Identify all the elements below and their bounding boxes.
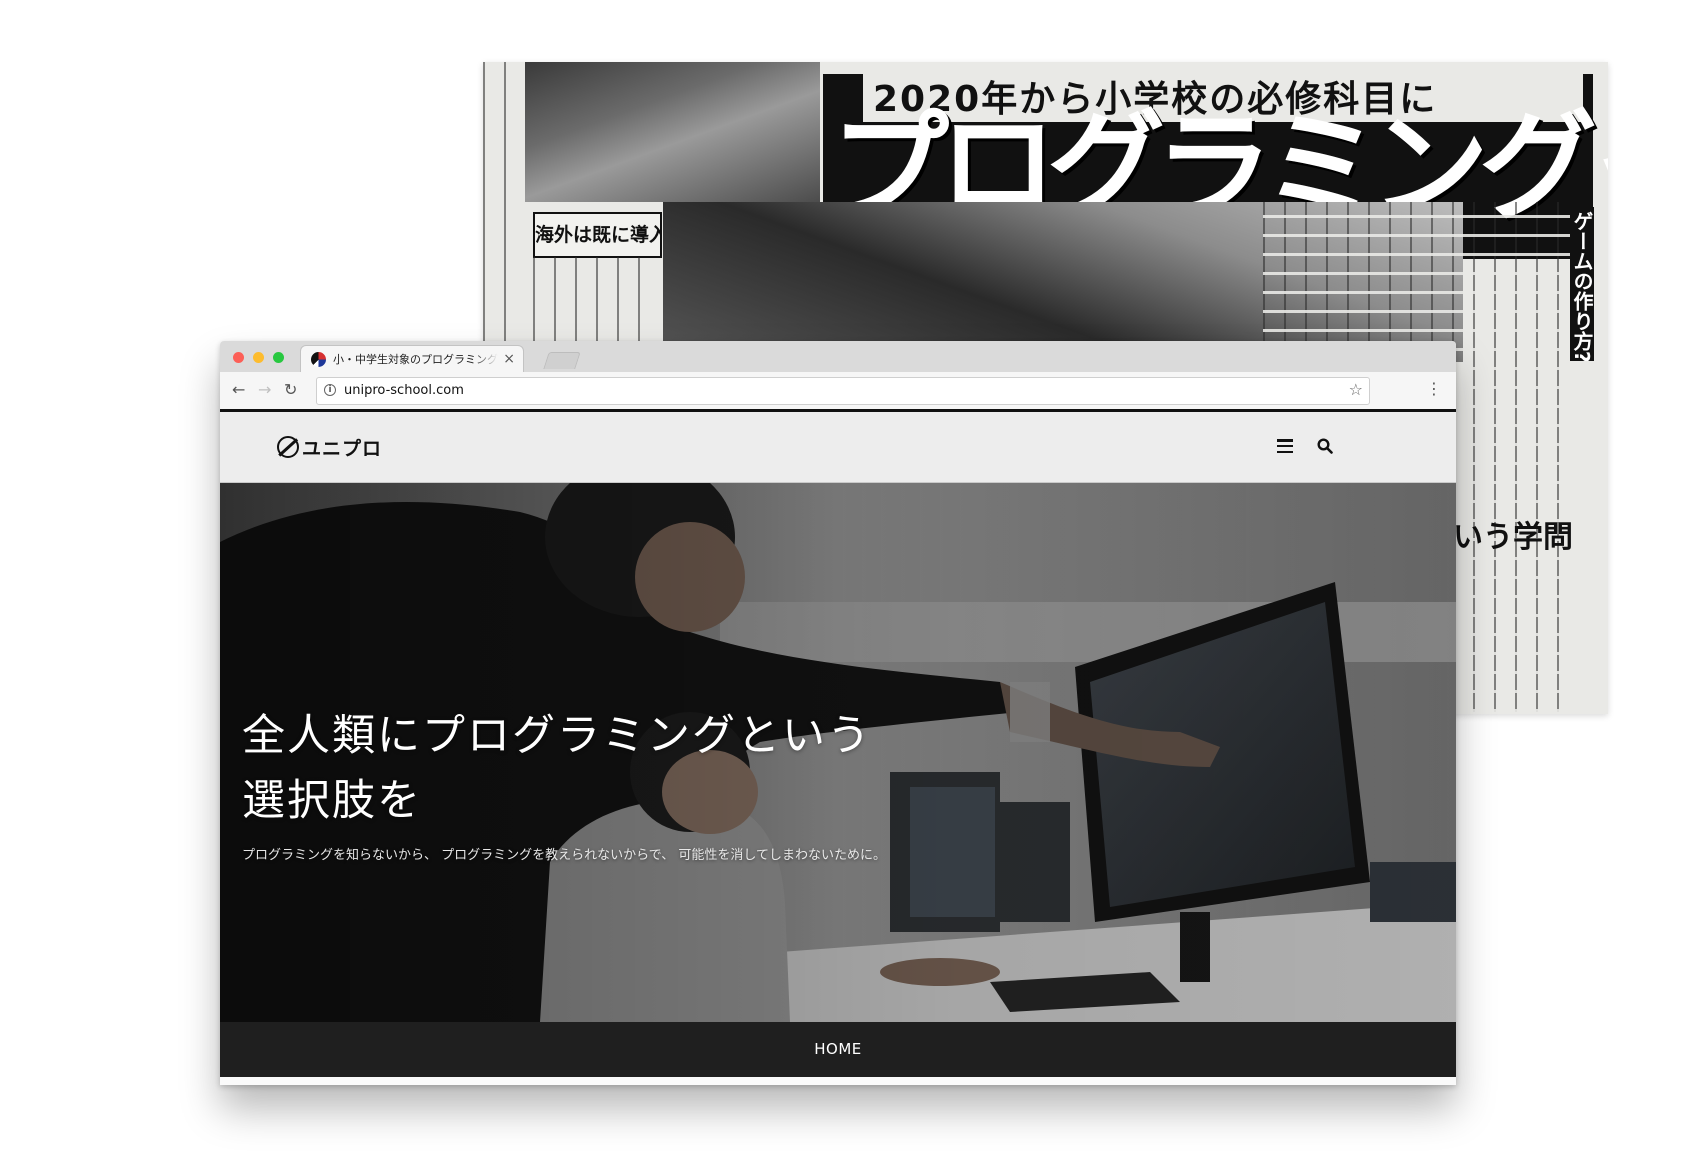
hero-title: 全人類にプログラミングという選択肢を <box>242 710 872 826</box>
browser-tab-bar: 小・中学生対象のプログラミング × <box>220 341 1456 373</box>
hamburger-menu-icon[interactable] <box>1277 439 1293 454</box>
forward-arrow-icon[interactable]: → <box>258 381 271 399</box>
new-tab-button[interactable] <box>543 352 581 369</box>
maximize-window-button[interactable] <box>273 352 284 363</box>
browser-toolbar: ← → ↻ i unipro-school.com ☆ ⋮ <box>220 372 1456 410</box>
tab-close-icon[interactable]: × <box>503 350 515 368</box>
site-navigation: HOME <box>220 1022 1456 1077</box>
site-logo[interactable]: ユニプロ <box>277 434 382 460</box>
page-bottom-edge <box>220 1077 1456 1085</box>
back-arrow-icon[interactable]: ← <box>232 381 245 399</box>
newspaper-box-heading: 海外は既に導入 <box>533 212 662 258</box>
hero-section: 全人類にプログラミングという選択肢を プログラミングを知らないから、 プログラミ… <box>220 482 1456 1022</box>
newspaper-classroom-photo <box>525 62 820 202</box>
browser-tab-active[interactable]: 小・中学生対象のプログラミング × <box>300 345 524 373</box>
favicon-icon <box>311 352 326 367</box>
address-bar[interactable]: i unipro-school.com ☆ <box>316 377 1370 405</box>
browser-window: 小・中学生対象のプログラミング × ← → ↻ i unipro-school.… <box>220 341 1456 1085</box>
screenshot-stage: 2020年から小学校の必修科目に プログラミングって何? 海外は既に導入 ゲーム… <box>0 0 1692 1171</box>
search-icon[interactable] <box>1317 438 1333 454</box>
bookmark-star-icon[interactable]: ☆ <box>1349 380 1363 400</box>
site-info-icon[interactable]: i <box>324 384 336 396</box>
tab-title: 小・中学生対象のプログラミング <box>333 353 498 366</box>
web-page: ユニプロ 全人類にプログラミングという選択肢を プログラミングを知らないから、 … <box>220 412 1456 1085</box>
close-window-button[interactable] <box>233 352 244 363</box>
reload-icon[interactable]: ↻ <box>284 381 297 399</box>
url-text[interactable]: unipro-school.com <box>344 382 464 400</box>
site-header: ユニプロ <box>220 412 1456 483</box>
hero-subtitle: プログラミングを知らないから、 プログラミングを教えられないからで、 可能性を消… <box>242 848 886 863</box>
minimize-window-button[interactable] <box>253 352 264 363</box>
nav-home-link[interactable]: HOME <box>220 1022 1456 1077</box>
logo-text: ユニプロ <box>302 437 383 460</box>
newspaper-side-heading: ゲームの作り方? <box>1570 207 1594 361</box>
browser-menu-icon[interactable]: ⋮ <box>1426 380 1442 398</box>
logo-icon <box>277 436 299 458</box>
